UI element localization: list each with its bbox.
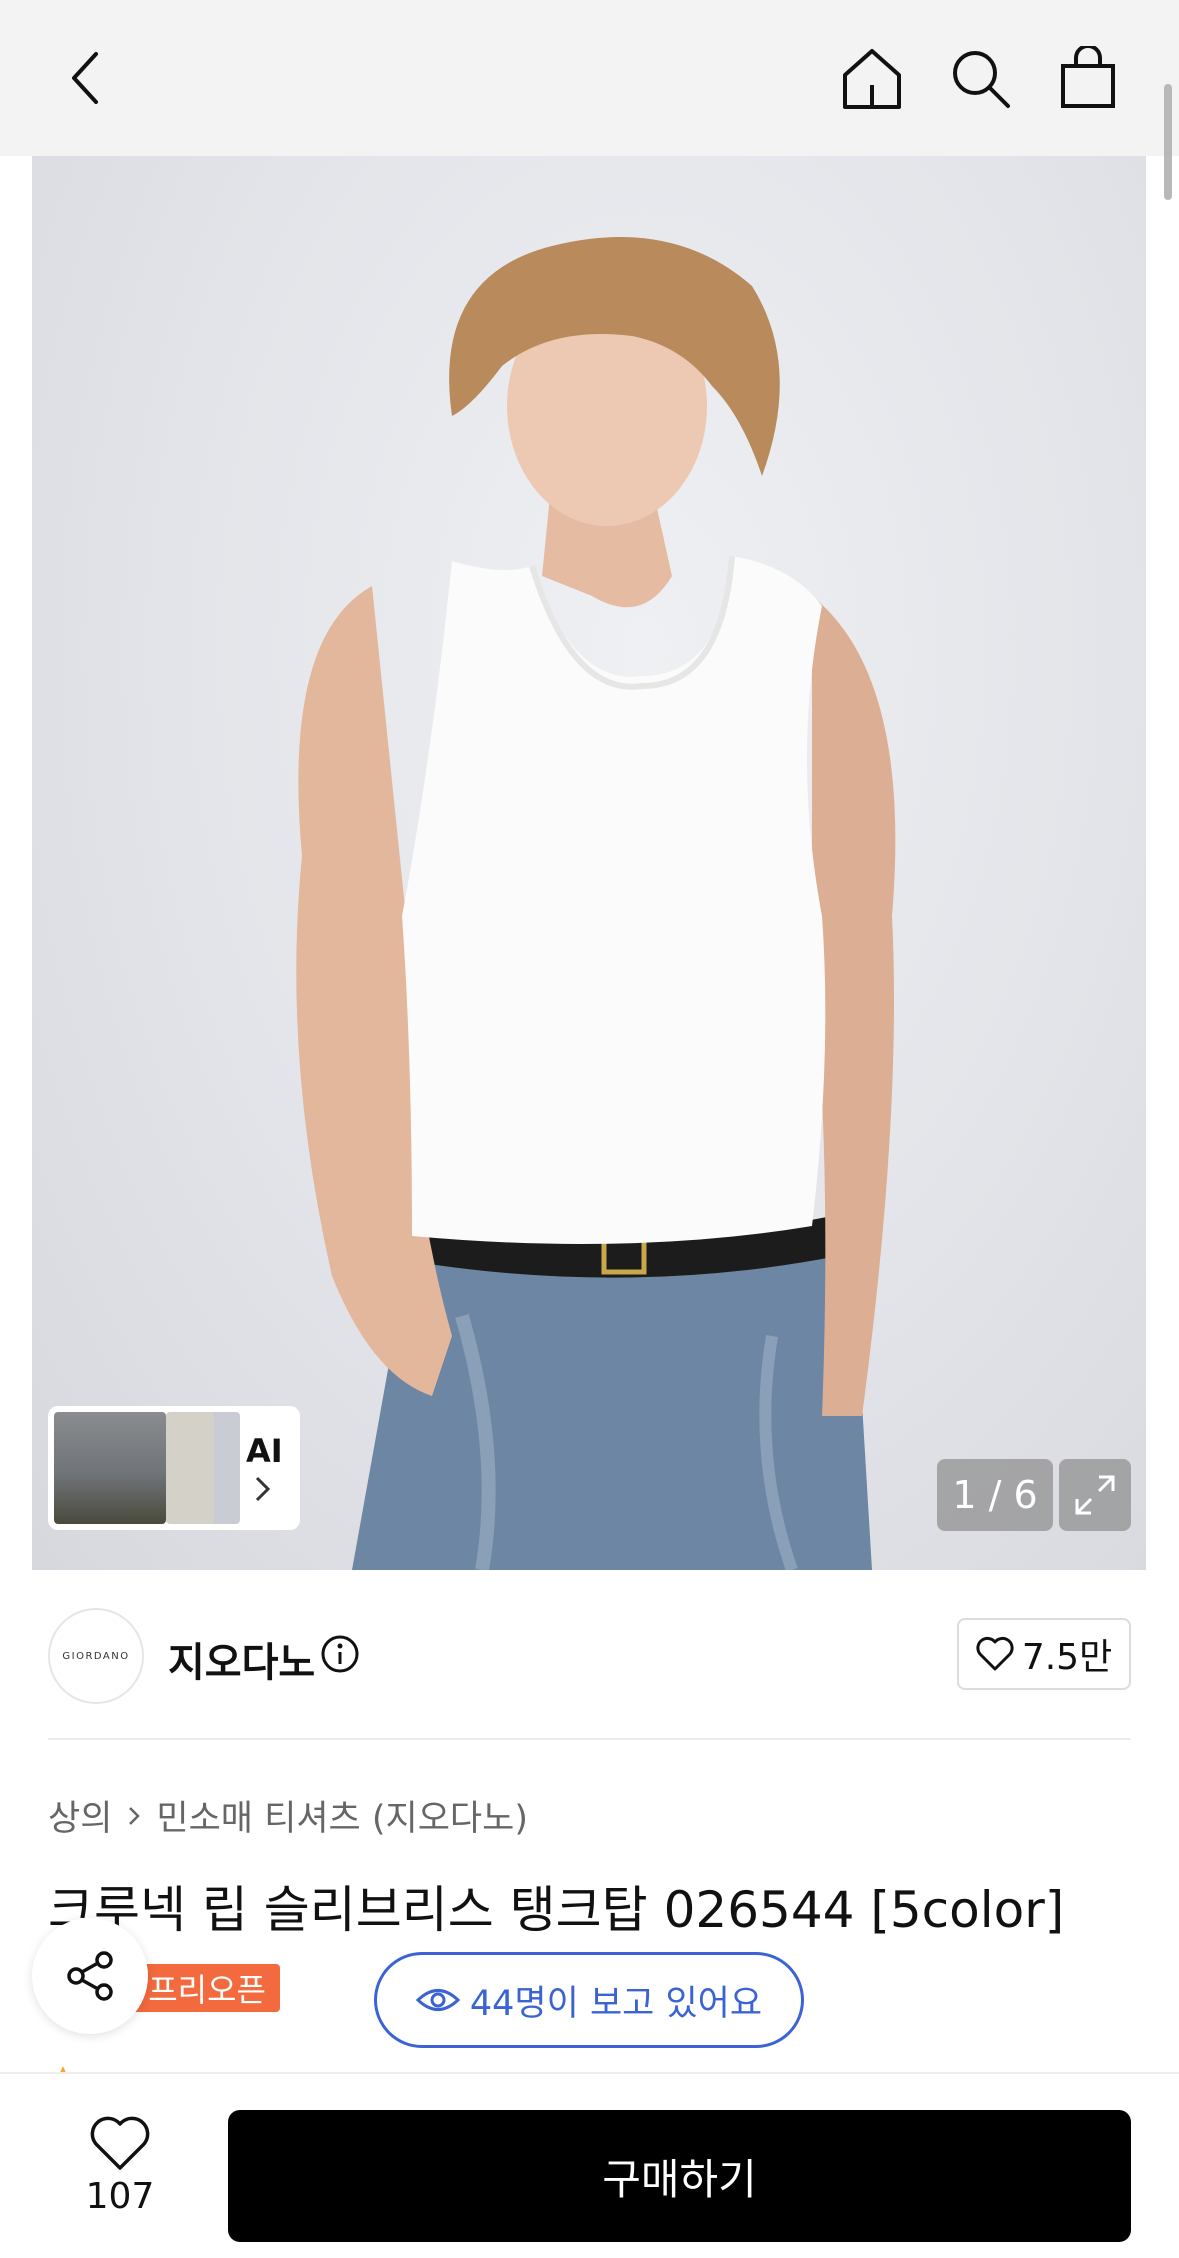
- viewers-count-button[interactable]: 44명이 보고 있어요: [374, 1952, 804, 2048]
- thumbnail-image[interactable]: [54, 1412, 166, 1524]
- heart-icon: [90, 2116, 150, 2170]
- brand-name[interactable]: 지오다노: [168, 1630, 315, 1688]
- chevron-right-icon: [129, 1806, 141, 1825]
- wishlist-button[interactable]: 107: [60, 2114, 180, 2217]
- breadcrumb-subcategory[interactable]: 민소매 티셔츠 (지오다노): [156, 1790, 528, 1841]
- image-thumbnail-strip[interactable]: AI: [48, 1406, 300, 1530]
- shopping-bag-icon[interactable]: [1050, 40, 1126, 116]
- brand-like-count: 7.5만: [1021, 1637, 1113, 1678]
- home-icon[interactable]: [834, 40, 910, 116]
- buy-button[interactable]: 구매하기: [228, 2110, 1131, 2242]
- share-button[interactable]: [32, 1918, 148, 2034]
- heart-icon: [976, 1636, 1014, 1671]
- viewers-count-label: 44명이 보고 있어요: [469, 1983, 763, 2024]
- bottom-action-bar: 107 구매하기: [0, 2072, 1179, 2258]
- chevron-left-icon[interactable]: [48, 40, 124, 116]
- ai-label: AI: [246, 1432, 283, 1470]
- model-photo: [296, 237, 896, 1570]
- brand-logo[interactable]: GIORDANO: [48, 1608, 144, 1704]
- breadcrumb-category[interactable]: 상의: [48, 1790, 112, 1841]
- scrollbar[interactable]: [1164, 84, 1172, 200]
- brand-like-button[interactable]: 7.5만: [957, 1618, 1131, 1690]
- chevron-right-icon: [252, 1474, 272, 1508]
- share-icon: [67, 1951, 113, 2001]
- eye-icon: [415, 1989, 460, 2011]
- wishlist-count: 107: [85, 2176, 155, 2217]
- breadcrumb: 상의 민소매 티셔츠 (지오다노): [48, 1790, 528, 1841]
- thumbnail-image[interactable]: [166, 1412, 214, 1524]
- info-icon[interactable]: [320, 1634, 360, 1678]
- top-navigation-bar: [0, 0, 1179, 156]
- divider: [48, 1738, 1131, 1740]
- product-title: 크루넥 립 슬리브리스 탱크탑 026544 [5color]: [48, 1881, 1065, 1939]
- expand-icon[interactable]: [1059, 1459, 1131, 1531]
- product-image[interactable]: AI 1 / 6: [32, 156, 1146, 1570]
- search-icon[interactable]: [942, 40, 1018, 116]
- image-counter: 1 / 6: [937, 1459, 1053, 1531]
